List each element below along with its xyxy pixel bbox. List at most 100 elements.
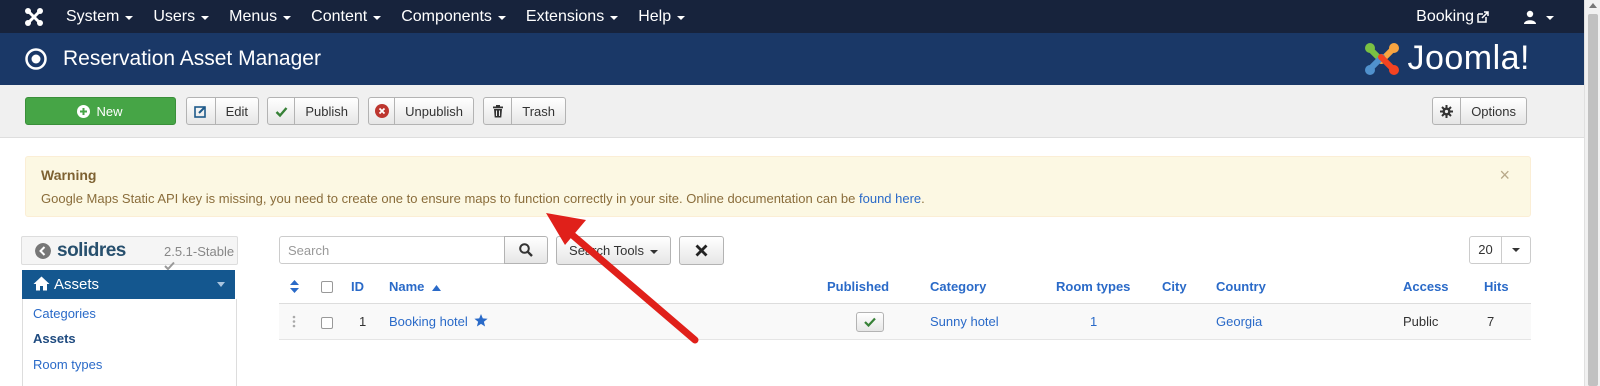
unpublish-label: Unpublish [405,103,463,119]
menu-menus[interactable]: Menus [229,7,292,26]
edit-button[interactable]: Edit [186,97,259,125]
search-tools-button[interactable]: Search Tools [556,236,671,265]
menu-label: Components [401,7,492,25]
back-circle-icon[interactable] [35,243,51,259]
select-all-checkbox[interactable] [321,281,333,293]
search-button[interactable] [504,236,548,264]
asset-name-link[interactable]: Booking hotel [389,314,468,329]
alert-message-text: Google Maps Static API key is missing, y… [41,191,859,206]
brand-text: Joomla! [1407,39,1530,77]
user-menu[interactable] [1523,10,1554,24]
unpublish-button[interactable]: Unpublish [368,97,474,125]
toolbar: New Edit Publish Unpublish Trash Options [0,85,1584,138]
caret-down-icon [649,249,658,254]
menu-content[interactable]: Content [311,7,382,26]
column-published[interactable]: Published [827,279,889,294]
list-limit-select[interactable]: 20 [1469,236,1531,264]
column-access[interactable]: Access [1403,279,1449,294]
clear-search-button[interactable] [679,236,724,265]
menu-label: System [66,7,120,25]
close-alert-button[interactable]: × [1499,165,1510,186]
column-room-types[interactable]: Room types [1056,279,1130,294]
column-hits[interactable]: Hits [1484,279,1509,294]
sort-asc-icon [432,285,442,291]
caret-down-icon [677,15,686,20]
row-checkbox[interactable] [321,317,333,329]
sidebar-item-room-types[interactable]: Room types [33,357,102,372]
published-toggle-button[interactable] [856,312,884,332]
top-navbar: System Users Menus Content Components Ex… [0,0,1584,33]
table-header: ID Name Published Category Room types Ci… [279,270,1531,304]
star-icon[interactable] [474,314,489,327]
menu-extensions[interactable]: Extensions [526,8,619,26]
joomla-logo-icon[interactable] [24,7,44,27]
sidebar-item-categories[interactable]: Categories [33,306,96,321]
column-city[interactable]: City [1162,279,1187,294]
trash-button[interactable]: Trash [483,97,566,125]
options-button[interactable]: Options [1432,97,1527,125]
list-limit-value: 20 [1470,237,1502,263]
sidebar-menu: Categories Assets Room types [22,299,237,386]
column-name-label: Name [389,279,425,294]
cell-name[interactable]: Booking hotel [389,314,489,329]
cell-hits: 7 [1487,314,1495,329]
scrollbar-thumb[interactable] [1588,14,1598,386]
menu-label: Menus [229,7,278,25]
trash-label: Trash [522,103,555,119]
plus-circle-icon [74,98,92,124]
check-icon [864,317,876,327]
menu-system[interactable]: System [66,7,134,26]
cell-access: Public [1403,314,1439,329]
check-icon [268,98,296,124]
joomla-brand: Joomla! [1363,39,1530,78]
sidebar-section-label: Assets [54,276,100,293]
caret-down-icon [1512,248,1520,252]
caret-down-icon [201,15,210,20]
options-label: Options [1471,103,1516,119]
menu-components[interactable]: Components [401,8,506,26]
alert-message: Google Maps Static API key is missing, y… [41,191,925,206]
page-scrollbar[interactable] [1584,0,1600,386]
menu-label: Help [638,7,672,25]
column-country[interactable]: Country [1216,279,1266,294]
caret-down-icon [1546,15,1554,20]
caret-down-icon [217,282,225,287]
caret-down-icon [610,15,619,20]
column-name[interactable]: Name [389,279,442,294]
booking-label: Booking [1416,7,1474,25]
nav-right: Booking [1416,0,1554,33]
joomla-brand-icon [1365,42,1400,75]
alert-heading: Warning [41,167,97,183]
page-title: Reservation Asset Manager [63,47,321,70]
menu-label: Content [311,7,368,25]
drag-handle-icon[interactable] [292,315,296,328]
sort-icon[interactable] [290,280,299,293]
warning-alert: Warning Google Maps Static API key is mi… [25,156,1531,217]
sidebar-item-assets[interactable]: Assets [33,331,76,346]
cell-category[interactable]: Sunny hotel [930,314,999,329]
sidebar-section-assets[interactable]: Assets [22,270,235,299]
caret-down-icon [497,15,506,20]
solidres-header: solidres 2.5.1-Stable [21,236,238,271]
search-icon [519,243,533,257]
column-category[interactable]: Category [930,279,986,294]
documentation-link[interactable]: found here [859,191,921,206]
new-label: New [96,103,123,119]
caret-down-icon [283,15,292,20]
scroll-up-icon[interactable] [1589,3,1597,8]
new-button[interactable]: New [25,97,176,125]
limit-dropdown-toggle [1502,248,1530,252]
menu-users[interactable]: Users [153,8,210,26]
close-icon [695,244,708,257]
cell-room-types[interactable]: 1 [1090,314,1097,329]
menu-help[interactable]: Help [638,7,686,26]
booking-site-link[interactable]: Booking [1416,8,1489,26]
trash-icon [484,98,513,124]
main-menu: System Users Menus Content Components Ex… [66,0,705,33]
search-input[interactable] [279,236,505,264]
cell-country[interactable]: Georgia [1216,314,1262,329]
column-id[interactable]: ID [351,279,364,294]
version-text: 2.5.1-Stable [164,244,235,259]
home-icon [33,276,50,291]
publish-button[interactable]: Publish [267,97,359,125]
